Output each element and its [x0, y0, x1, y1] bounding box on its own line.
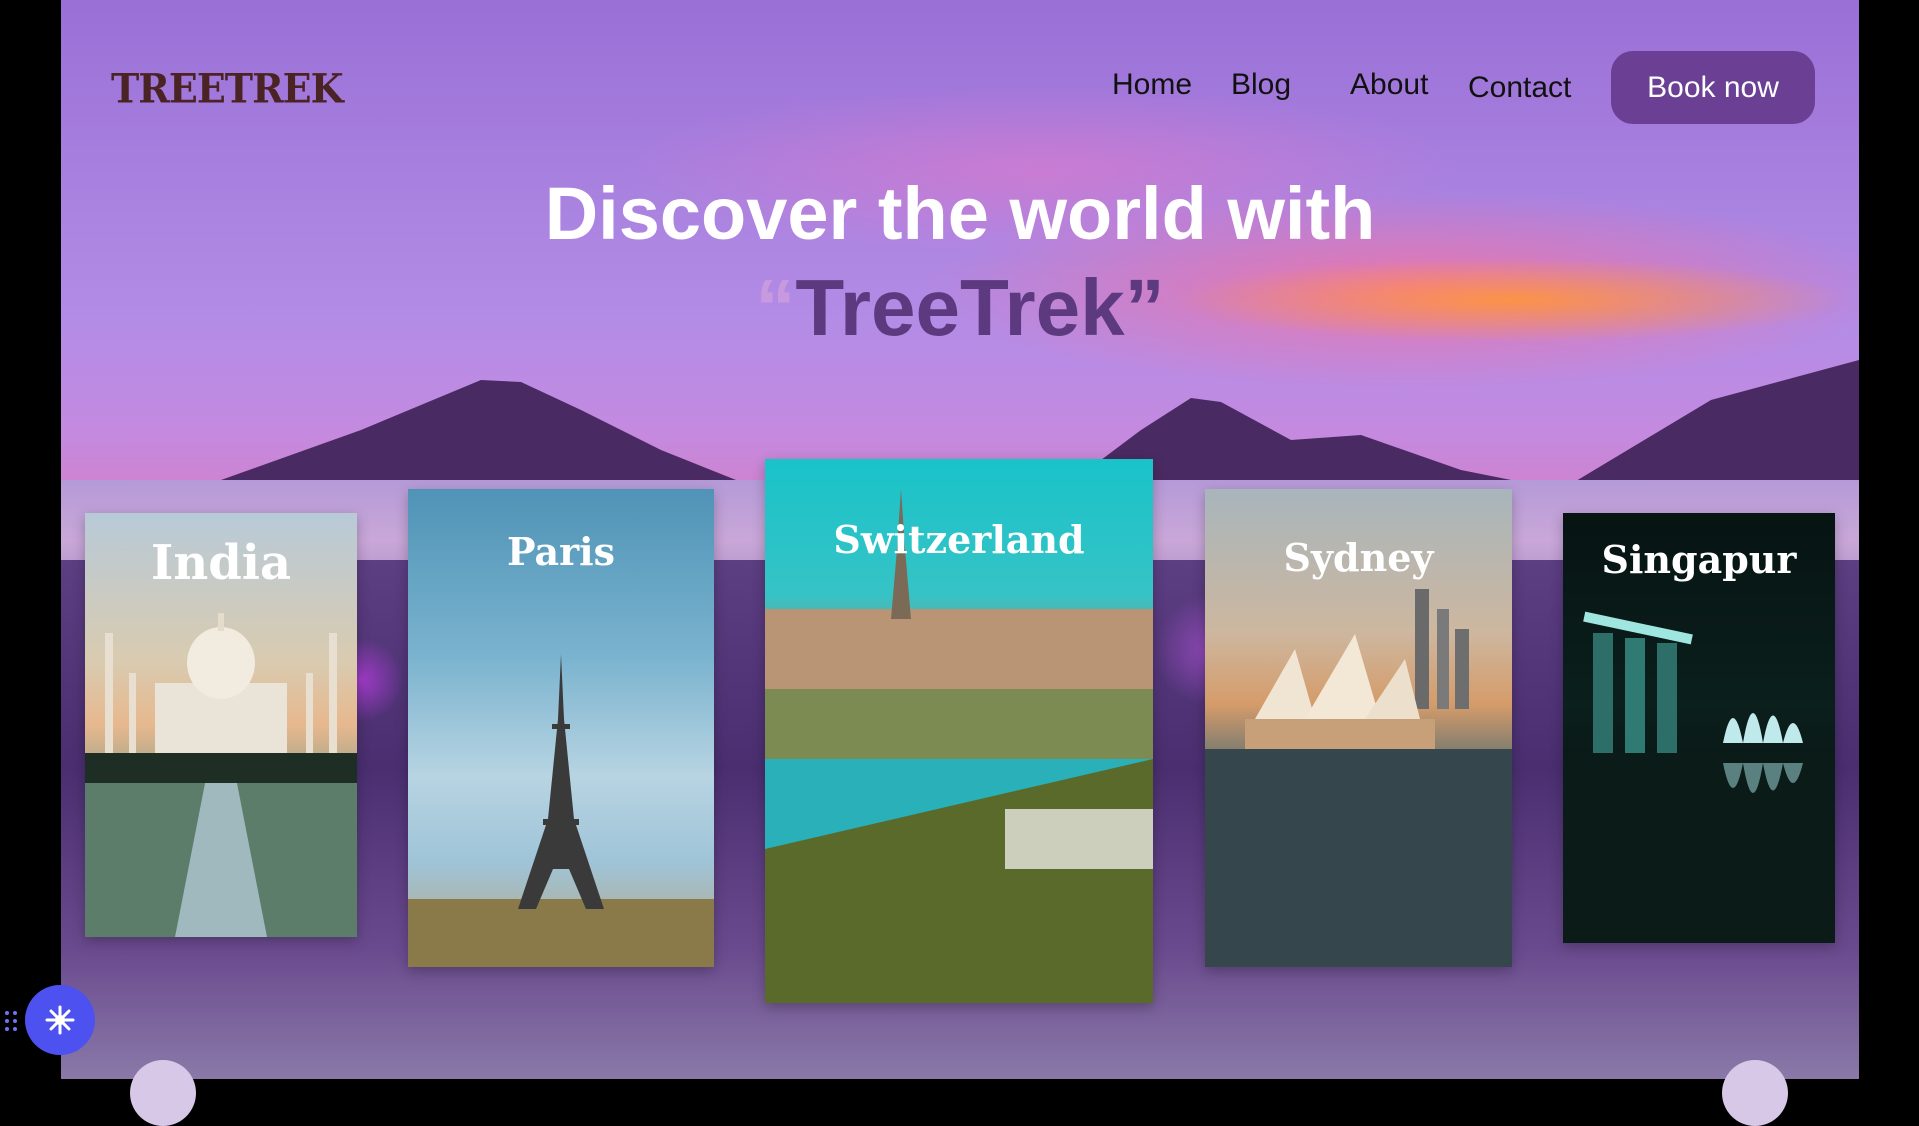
slider-prev-button[interactable]: [130, 1060, 196, 1126]
brand-name: TreeTrek: [795, 263, 1125, 352]
hero-brand-line: “TreeTrek”: [720, 258, 1200, 358]
book-now-button[interactable]: Book now: [1611, 51, 1815, 124]
card-title: Singapur: [1601, 537, 1797, 582]
card-title: Paris: [506, 529, 616, 574]
destination-card-paris[interactable]: Paris: [408, 489, 714, 967]
destination-card-switzerland[interactable]: Switzerland: [765, 459, 1153, 1003]
destination-card-india[interactable]: India: [85, 513, 357, 937]
drag-handle-icon[interactable]: [4, 1010, 18, 1032]
destination-card-sydney[interactable]: Sydney: [1205, 489, 1512, 967]
close-quote: ”: [1124, 263, 1165, 352]
nav-about[interactable]: About: [1350, 68, 1428, 102]
destination-card-singapore[interactable]: Singapur: [1563, 513, 1835, 943]
sparkle-icon: [45, 1005, 75, 1035]
nav-contact[interactable]: Contact: [1468, 71, 1571, 105]
hero-headline: Discover the world with: [544, 172, 1376, 255]
slider-next-button[interactable]: [1722, 1060, 1788, 1126]
logo[interactable]: TREETREK: [111, 65, 344, 112]
card-title: India: [150, 535, 292, 591]
card-title: Sydney: [1283, 535, 1434, 580]
card-title: Switzerland: [833, 517, 1085, 562]
nav-blog[interactable]: Blog: [1231, 68, 1291, 102]
nav-home[interactable]: Home: [1112, 68, 1192, 102]
open-quote: “: [755, 263, 796, 352]
floating-action-button[interactable]: [25, 985, 95, 1055]
